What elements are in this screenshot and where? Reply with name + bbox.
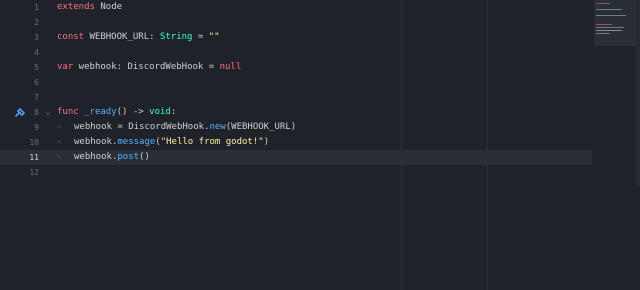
code-text: webhook.post()	[74, 150, 150, 165]
indent-tab-marker: »	[57, 123, 62, 131]
indent-tab-marker: »	[57, 138, 62, 146]
minimap-line	[596, 3, 610, 4]
code-token: void	[149, 107, 171, 117]
vertical-scrollbar[interactable]	[636, 0, 640, 185]
code-token: ->	[127, 107, 150, 117]
line-number: 10	[29, 138, 39, 147]
chevron-down-icon[interactable]: ⌄	[44, 105, 52, 120]
code-text: webhook.message("Hello from godot!")	[74, 135, 269, 150]
code-line[interactable]: 5 var webhook: DiscordWebHook = null	[0, 60, 592, 75]
code-token: var	[57, 62, 74, 72]
line-number: 11	[29, 153, 39, 162]
line-number: 1	[34, 3, 39, 12]
code-token: Node	[94, 2, 123, 12]
code-token: ()	[139, 152, 150, 162]
minimap-line	[596, 33, 610, 34]
code-token: null	[219, 62, 242, 72]
code-line[interactable]: 2	[0, 15, 592, 30]
minimap-line	[596, 24, 612, 25]
code-token: =	[111, 122, 129, 132]
line-number: 3	[34, 33, 39, 42]
code-token: =	[192, 32, 209, 42]
code-token: webhook	[73, 62, 117, 72]
code-line[interactable]: 6	[0, 75, 592, 90]
code-token: :	[170, 107, 177, 117]
code-text: webhook = DiscordWebHook.new(WEBHOOK_URL…	[74, 120, 296, 135]
code-token: _ready	[78, 107, 117, 117]
minimap-line	[596, 27, 624, 28]
code-token: webhook	[74, 152, 112, 162]
code-editor[interactable]: 1 extends Node 2 3 const WEBHOOK_URL: String…	[0, 0, 640, 290]
code-token: webhook	[74, 137, 112, 147]
code-token: String	[154, 32, 193, 42]
minimap-line	[596, 9, 622, 10]
code-token: WEBHOOK_URL	[84, 32, 150, 42]
code-token: new	[209, 122, 226, 132]
code-token: )	[263, 137, 270, 147]
code-text: func _ready() -> void:	[57, 105, 176, 120]
code-line[interactable]: 3 const WEBHOOK_URL: String = ""	[0, 30, 592, 45]
line-number: 5	[34, 63, 39, 72]
signal-connection-icon[interactable]	[15, 108, 26, 117]
code-line[interactable]: 8 ⌄ func _ready() -> void:	[0, 105, 592, 120]
code-token: ()	[116, 107, 128, 117]
code-line[interactable]: 4	[0, 45, 592, 60]
code-text: extends Node	[57, 0, 122, 15]
minimap-line	[596, 30, 622, 31]
code-line[interactable]: 12	[0, 165, 592, 180]
minimap[interactable]	[594, 0, 636, 46]
line-number: 9	[34, 123, 39, 132]
line-number: 6	[34, 78, 39, 87]
line-number: 7	[34, 93, 39, 102]
indent-tab-marker: »	[57, 153, 62, 161]
code-token: post	[117, 152, 140, 162]
line-number: 4	[34, 48, 39, 57]
line-number: 12	[29, 168, 39, 177]
line-number: 2	[34, 18, 39, 27]
code-text: const WEBHOOK_URL: String = ""	[57, 30, 220, 45]
code-text: var webhook: DiscordWebHook = null	[57, 60, 241, 75]
code-token: "Hello from godot!"	[160, 137, 264, 147]
code-token: extends	[57, 2, 95, 12]
minimap-line	[596, 15, 626, 16]
code-token: DiscordWebHook	[128, 122, 205, 132]
code-line[interactable]: 11 » webhook.post()	[0, 150, 592, 165]
code-token: ""	[208, 32, 220, 42]
code-line[interactable]: 1 extends Node	[0, 0, 592, 15]
code-token: DiscordWebHook	[122, 62, 204, 72]
code-line[interactable]: 10 » webhook.message("Hello from godot!")	[0, 135, 592, 150]
code-token: message	[117, 137, 156, 147]
code-token: func	[57, 107, 79, 117]
code-line[interactable]: 9 » webhook = DiscordWebHook.new(WEBHOOK_U…	[0, 120, 592, 135]
code-token: webhook	[74, 122, 112, 132]
code-token: (WEBHOOK_URL)	[225, 122, 297, 132]
code-line[interactable]: 7	[0, 90, 592, 105]
code-token: =	[203, 62, 220, 72]
code-token: const	[57, 32, 85, 42]
